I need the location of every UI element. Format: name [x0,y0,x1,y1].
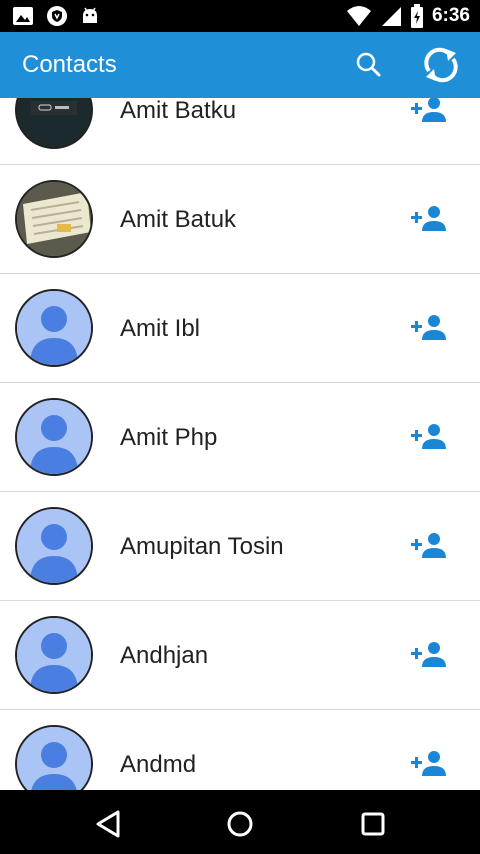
add-person-icon[interactable] [410,530,448,562]
shield-icon [47,6,67,26]
search-icon[interactable] [352,48,386,82]
avatar [15,180,93,258]
wifi-icon [346,6,371,26]
add-person-icon[interactable] [410,421,448,453]
avatar [15,616,93,694]
avatar [15,725,93,790]
navigation-bar [0,790,480,854]
contact-name: Amit Php [120,424,218,451]
avatar [15,507,93,585]
back-icon[interactable] [88,804,128,844]
contact-row[interactable]: Andmd [0,710,480,790]
add-person-icon[interactable] [410,312,448,344]
recents-icon[interactable] [353,804,393,844]
add-person-icon[interactable] [410,98,448,126]
contact-name: Amit Batku [120,98,237,124]
status-notifications [12,5,100,27]
contact-list[interactable]: Amit Batku Amit Batuk Amit Ibl Amit Php … [0,98,480,790]
avatar [15,98,93,149]
app-bar: Contacts [0,32,480,98]
avatar [15,289,93,367]
sync-icon[interactable] [420,44,462,86]
contact-row[interactable]: Amit Batku [0,98,480,165]
avatar [15,398,93,476]
add-person-icon[interactable] [410,203,448,235]
contact-name: Amupitan Tosin [120,533,284,560]
android-icon [83,7,97,23]
contact-name: Amit Ibl [120,315,201,342]
contact-name: Amit Batuk [120,206,237,233]
status-system: 6:36 [346,4,470,28]
contact-row[interactable]: Amit Batuk [0,165,480,274]
contact-name: Andmd [120,751,197,778]
status-time: 6:36 [431,5,470,26]
contact-row[interactable]: Amupitan Tosin [0,492,480,601]
contact-name: Andhjan [120,642,209,669]
battery-icon [410,4,423,28]
gallery-icon [13,7,33,25]
contact-row[interactable]: Amit Php [0,383,480,492]
contact-row[interactable]: Andhjan [0,601,480,710]
signal-icon [381,7,401,26]
add-person-icon[interactable] [410,639,448,671]
status-bar: 6:36 [0,0,480,32]
home-icon[interactable] [220,804,260,844]
add-person-icon[interactable] [410,748,448,780]
contact-row[interactable]: Amit Ibl [0,274,480,383]
page-title: Contacts [22,51,117,78]
